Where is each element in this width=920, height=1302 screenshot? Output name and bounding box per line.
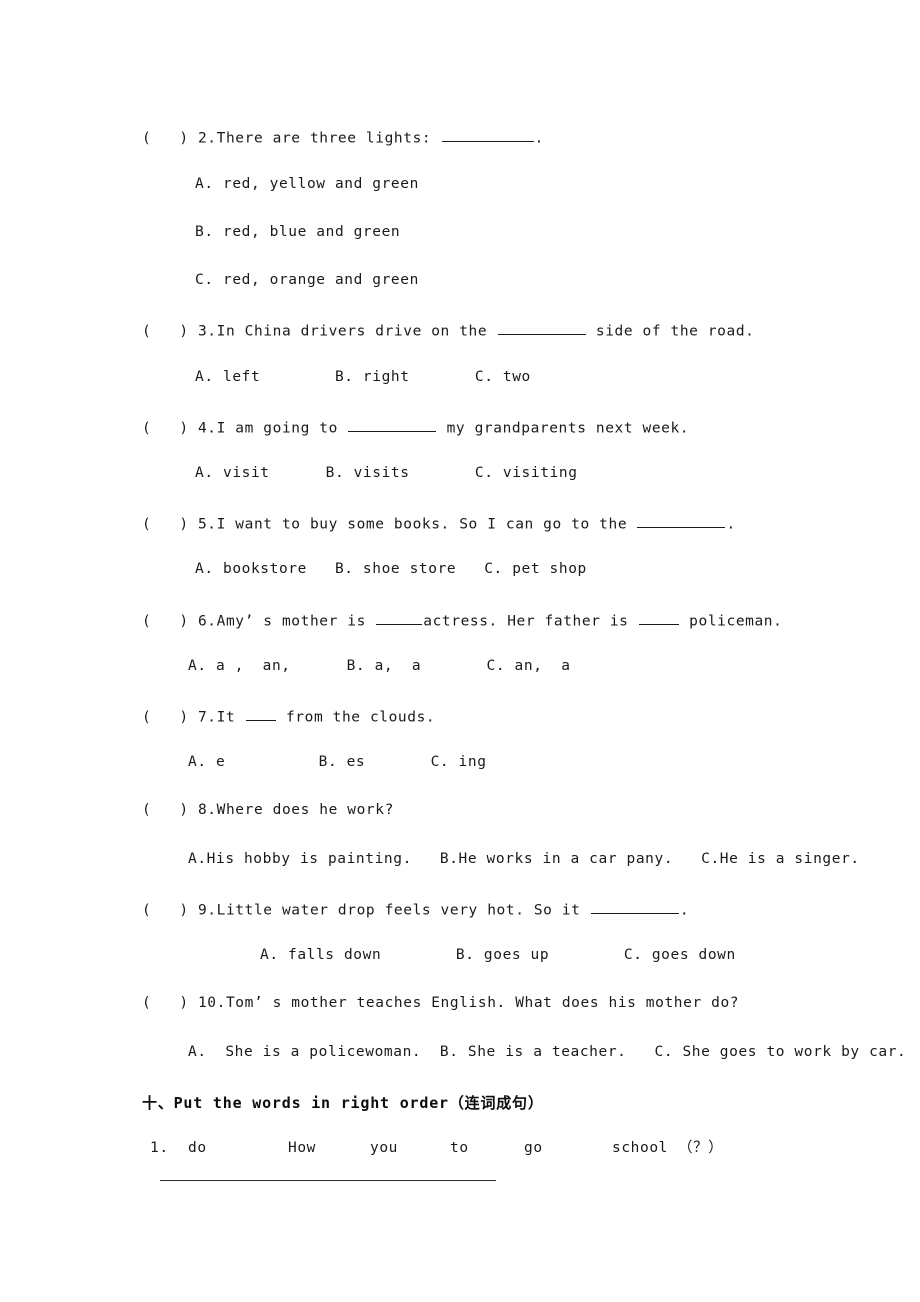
question-4-blank[interactable] bbox=[348, 418, 437, 433]
question-4-options[interactable]: A. visit B. visits C. visiting bbox=[195, 466, 578, 481]
question-3-text-before: In China drivers drive on the bbox=[216, 323, 497, 340]
question-6-text-after: policeman. bbox=[679, 613, 783, 630]
question-8-text: Where does he work? bbox=[216, 802, 394, 818]
question-mark-paren: （？） bbox=[678, 1140, 724, 1156]
question-2-marker: ( ) 2. bbox=[142, 130, 217, 147]
question-6-stem: ( ) 6.Amy’ s mother is actress. Her fath… bbox=[142, 611, 782, 629]
question-3-marker: ( ) 3. bbox=[142, 323, 217, 340]
scrambled-word-5[interactable]: go bbox=[524, 1140, 612, 1156]
question-2-stem: ( ) 2.There are three lights: . bbox=[142, 128, 544, 146]
question-9-text-before: Little water drop feels very hot. So it bbox=[216, 902, 590, 919]
question-2-text-before: There are three lights: bbox=[216, 130, 441, 147]
question-4-text-before: I am going to bbox=[216, 420, 348, 437]
question-4-text-after: my grandparents next week. bbox=[437, 420, 690, 437]
question-6-blank-1[interactable] bbox=[376, 611, 423, 626]
question-9-text-after: . bbox=[679, 902, 690, 919]
question-9-stem: ( ) 9.Little water drop feels very hot. … bbox=[142, 900, 689, 918]
scrambled-word-6[interactable]: school bbox=[612, 1140, 678, 1156]
question-5-stem: ( ) 5.I want to buy some books. So I can… bbox=[142, 514, 736, 532]
question-10-marker: ( ) 10. bbox=[142, 995, 226, 1011]
question-6-text-middle: actress. Her father is bbox=[423, 613, 638, 630]
question-7-stem: ( ) 7.It from the clouds. bbox=[142, 707, 435, 725]
scrambled-word-2[interactable]: How bbox=[288, 1140, 370, 1156]
question-8-marker: ( ) 8. bbox=[142, 802, 217, 818]
scrambled-word-4[interactable]: to bbox=[450, 1140, 524, 1156]
question-5-text-after: . bbox=[726, 516, 736, 533]
word-order-item-1: 1. do How you to go school （？） bbox=[150, 1136, 723, 1157]
question-6-marker: ( ) 6. bbox=[142, 613, 217, 630]
question-9-options[interactable]: A. falls down B. goes up C. goes down bbox=[260, 948, 736, 963]
question-5-text-before: I want to buy some books. So I can go to… bbox=[216, 516, 637, 533]
question-3-text-after: side of the road. bbox=[586, 323, 755, 340]
question-3-options[interactable]: A. left B. right C. two bbox=[195, 370, 531, 385]
worksheet-page: ( ) 2.There are three lights: . A. red, … bbox=[0, 0, 920, 1302]
question-5-blank[interactable] bbox=[637, 514, 726, 529]
question-7-text-after: from the clouds. bbox=[276, 709, 436, 726]
question-5-marker: ( ) 5. bbox=[142, 516, 217, 533]
question-2-option-b[interactable]: B. red, blue and green bbox=[195, 225, 400, 240]
answer-blank-line[interactable] bbox=[160, 1180, 496, 1181]
question-6-options[interactable]: A. a , an, B. a, a C. an, a bbox=[188, 659, 571, 674]
question-6-blank-2[interactable] bbox=[638, 611, 679, 626]
question-6-text-before: Amy’ s mother is bbox=[216, 613, 376, 630]
question-2-blank[interactable] bbox=[441, 128, 534, 143]
question-9-marker: ( ) 9. bbox=[142, 902, 217, 919]
question-3-blank[interactable] bbox=[497, 321, 586, 336]
question-9-blank[interactable] bbox=[590, 900, 679, 915]
question-10-options[interactable]: A. She is a policewoman. B. She is a tea… bbox=[188, 1045, 906, 1060]
scrambled-word-1[interactable]: do bbox=[188, 1140, 288, 1156]
question-2-option-a[interactable]: A. red, yellow and green bbox=[195, 177, 419, 192]
question-2-text-after: . bbox=[534, 130, 544, 147]
question-7-blank[interactable] bbox=[245, 707, 276, 722]
section-heading: 十、Put the words in right order（连词成句） bbox=[142, 1094, 544, 1112]
question-10-stem: ( ) 10.Tom’ s mother teaches English. Wh… bbox=[142, 996, 739, 1011]
question-7-marker: ( ) 7. bbox=[142, 709, 217, 726]
question-4-stem: ( ) 4.I am going to my grandparents next… bbox=[142, 418, 689, 436]
question-8-stem: ( ) 8.Where does he work? bbox=[142, 803, 394, 818]
question-10-text: Tom’ s mother teaches English. What does… bbox=[225, 995, 740, 1011]
question-2-option-c[interactable]: C. red, orange and green bbox=[195, 273, 419, 288]
scrambled-word-3[interactable]: you bbox=[370, 1140, 450, 1156]
question-5-options[interactable]: A. bookstore B. shoe store C. pet shop bbox=[195, 562, 587, 577]
question-3-stem: ( ) 3.In China drivers drive on the side… bbox=[142, 321, 754, 339]
question-4-marker: ( ) 4. bbox=[142, 420, 217, 437]
item-number: 1. bbox=[150, 1140, 169, 1156]
question-7-options[interactable]: A. e B. es C. ing bbox=[188, 755, 487, 770]
question-7-text-before: It bbox=[216, 709, 245, 726]
question-8-options[interactable]: A.His hobby is painting. B.He works in a… bbox=[188, 852, 860, 867]
